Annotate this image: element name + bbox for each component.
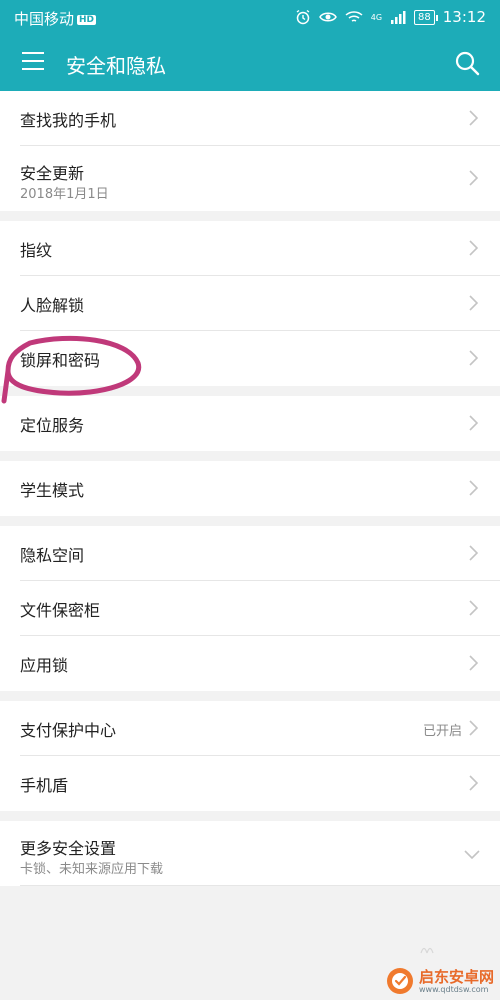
search-icon[interactable] bbox=[454, 50, 480, 76]
settings-group: 指纹 人脸解锁 锁屏和密码 bbox=[0, 221, 500, 386]
list-item-app-lock[interactable]: 应用锁 bbox=[0, 636, 500, 691]
chevron-right-icon bbox=[469, 775, 478, 791]
chevron-right-icon bbox=[469, 655, 478, 671]
item-label: 更多安全设置 bbox=[20, 839, 117, 858]
signal-icon bbox=[391, 11, 406, 24]
chevron-right-icon bbox=[469, 240, 478, 256]
item-label: 定位服务 bbox=[20, 416, 85, 435]
hd-badge: HD bbox=[77, 15, 97, 25]
item-label: 查找我的手机 bbox=[20, 111, 117, 130]
item-label: 手机盾 bbox=[20, 776, 69, 795]
chevron-right-icon bbox=[469, 110, 478, 126]
page-title: 安全和隐私 bbox=[66, 54, 166, 78]
clock: 13:12 bbox=[442, 8, 486, 26]
chevron-right-icon bbox=[469, 170, 478, 186]
list-item-face-unlock[interactable]: 人脸解锁 bbox=[0, 276, 500, 331]
item-label: 支付保护中心 bbox=[20, 721, 117, 740]
app-bar: 安全和隐私 bbox=[0, 34, 500, 91]
wifi-icon bbox=[345, 11, 363, 22]
watermark-logo-icon bbox=[386, 968, 413, 994]
settings-list: 查找我的手机 安全更新 2018年1月1日 指纹 人脸解锁 锁屏和密码 定位服务… bbox=[0, 91, 500, 886]
chevron-right-icon bbox=[469, 600, 478, 616]
menu-icon[interactable] bbox=[22, 52, 44, 72]
list-item-more-security-settings[interactable]: 更多安全设置 卡锁、未知来源应用下载 bbox=[0, 821, 500, 886]
settings-group: 学生模式 bbox=[0, 461, 500, 516]
status-icons: 4G 88 13:12 bbox=[295, 8, 486, 26]
battery-icon: 88 bbox=[414, 9, 438, 25]
list-item-phone-shield[interactable]: 手机盾 bbox=[0, 756, 500, 811]
alarm-icon bbox=[296, 9, 310, 25]
list-item-location-services[interactable]: 定位服务 bbox=[0, 396, 500, 451]
list-item-private-space[interactable]: 隐私空间 bbox=[0, 526, 500, 581]
watermark-url: www.qdtdsw.com bbox=[418, 984, 489, 994]
chevron-right-icon bbox=[469, 415, 478, 431]
list-item-student-mode[interactable]: 学生模式 bbox=[0, 461, 500, 516]
watermark: 启东安卓网 www.qdtdsw.com bbox=[385, 966, 494, 996]
settings-group: 隐私空间 文件保密柜 应用锁 bbox=[0, 526, 500, 691]
faint-mark bbox=[420, 947, 434, 954]
item-label: 学生模式 bbox=[20, 481, 85, 500]
item-subtitle: 卡锁、未知来源应用下载 bbox=[20, 862, 164, 877]
list-item-fingerprint[interactable]: 指纹 bbox=[0, 221, 500, 276]
item-label: 文件保密柜 bbox=[20, 601, 101, 620]
chevron-down-icon bbox=[464, 850, 480, 859]
list-item-payment-protection[interactable]: 支付保护中心 已开启 bbox=[0, 701, 500, 756]
carrier-name: 中国移动 bbox=[14, 10, 75, 28]
status-bar: 中国移动 HD 4G 88 13:12 bbox=[0, 0, 500, 34]
chevron-right-icon bbox=[469, 720, 478, 736]
list-item-lock-screen-password[interactable]: 锁屏和密码 bbox=[0, 331, 500, 386]
item-label: 安全更新 bbox=[20, 164, 85, 183]
chevron-right-icon bbox=[469, 350, 478, 366]
list-item-security-update[interactable]: 安全更新 2018年1月1日 bbox=[0, 146, 500, 211]
eye-comfort-icon bbox=[318, 12, 337, 22]
settings-group: 支付保护中心 已开启 手机盾 bbox=[0, 701, 500, 811]
settings-group: 定位服务 bbox=[0, 396, 500, 451]
chevron-right-icon bbox=[469, 480, 478, 496]
carrier: 中国移动 HD bbox=[14, 8, 97, 29]
item-label: 指纹 bbox=[20, 241, 53, 260]
item-label: 隐私空间 bbox=[20, 546, 85, 565]
item-label: 应用锁 bbox=[20, 656, 69, 675]
settings-group: 更多安全设置 卡锁、未知来源应用下载 bbox=[0, 821, 500, 886]
network-type: 4G bbox=[370, 12, 383, 22]
chevron-right-icon bbox=[469, 295, 478, 311]
item-label: 锁屏和密码 bbox=[20, 351, 101, 370]
item-subtitle: 2018年1月1日 bbox=[20, 187, 109, 202]
settings-group: 查找我的手机 安全更新 2018年1月1日 bbox=[0, 91, 500, 211]
chevron-right-icon bbox=[469, 545, 478, 561]
item-status: 已开启 bbox=[422, 724, 462, 739]
watermark-name: 启东安卓网 bbox=[418, 967, 494, 986]
list-item-find-my-phone[interactable]: 查找我的手机 bbox=[0, 91, 500, 146]
item-label: 人脸解锁 bbox=[20, 296, 85, 315]
list-item-file-safe[interactable]: 文件保密柜 bbox=[0, 581, 500, 636]
